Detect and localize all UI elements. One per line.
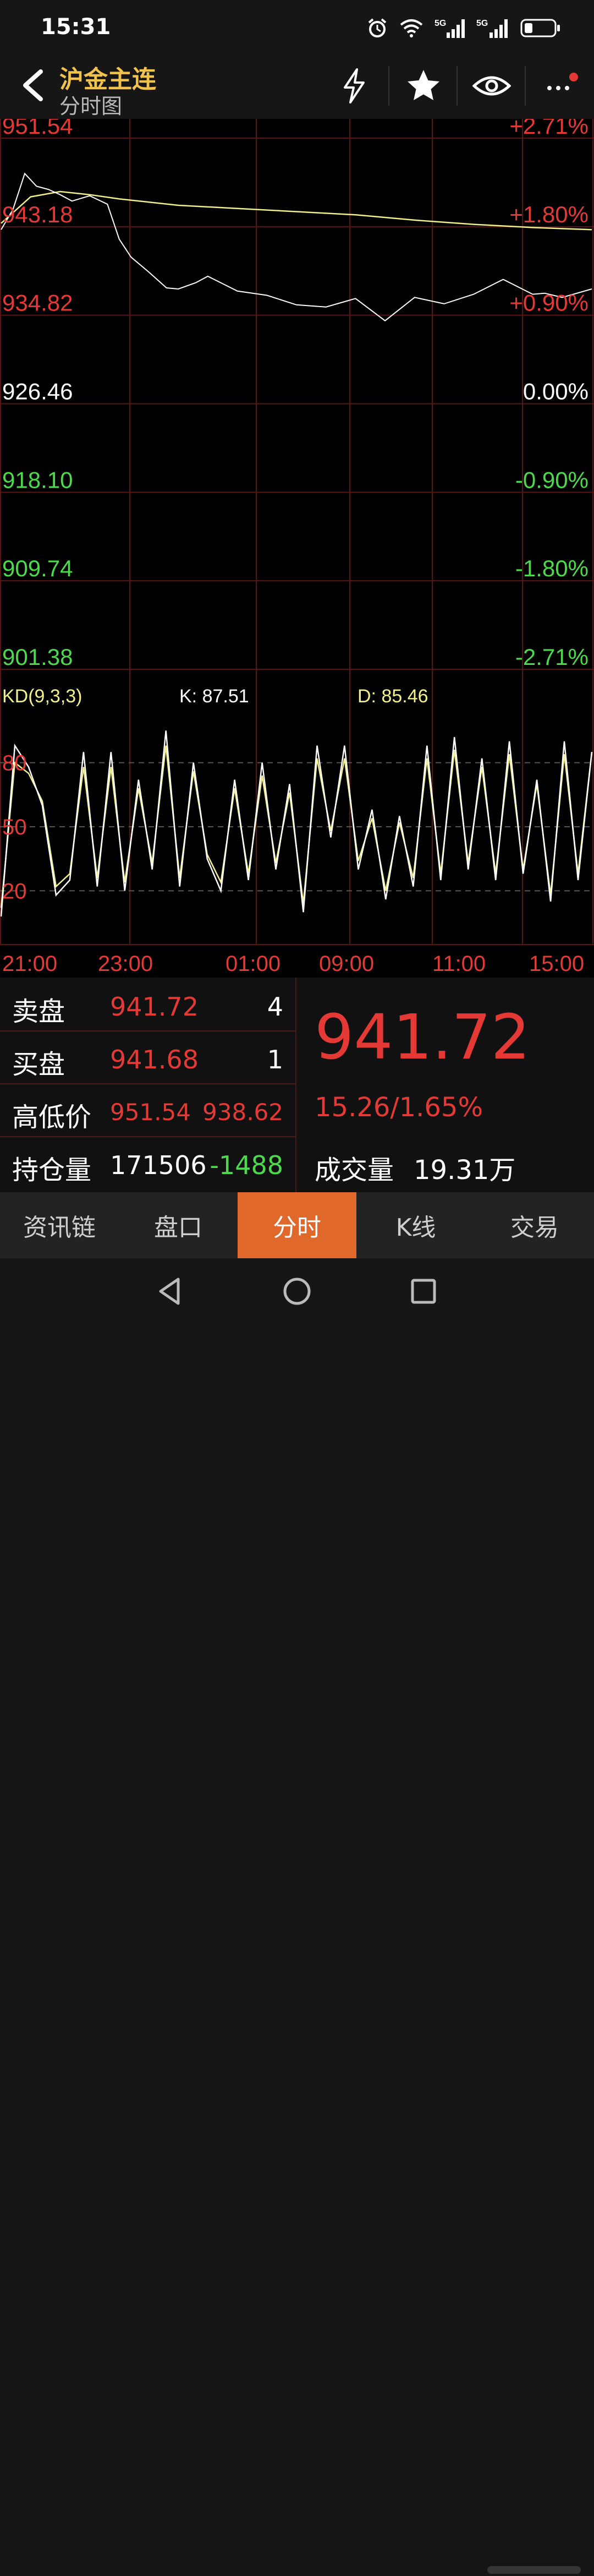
more-button[interactable] bbox=[540, 65, 582, 107]
favorite-button[interactable] bbox=[403, 65, 444, 107]
bid-price: 941.68 bbox=[110, 1045, 199, 1074]
pct-axis-label: -1.80% bbox=[515, 555, 588, 581]
pct-axis-label: -0.90% bbox=[515, 467, 588, 493]
last-price: 941.72 bbox=[315, 1002, 530, 1073]
alarm-icon bbox=[368, 18, 387, 37]
kd-level-label: 80 bbox=[2, 751, 27, 776]
high-low-label: 高低价 bbox=[12, 1102, 92, 1133]
eye-icon bbox=[472, 76, 511, 96]
nav-divider bbox=[388, 66, 389, 106]
price-axis-label: 918.10 bbox=[2, 467, 73, 493]
volume-label: 成交量 bbox=[315, 1155, 394, 1186]
quote-panel: 卖盘 941.72 4 买盘 941.68 1 高低价 951.54 938.6… bbox=[0, 978, 594, 1192]
price-axis-label: 909.74 bbox=[2, 555, 73, 581]
triangle-back-icon bbox=[159, 1278, 180, 1305]
average-price-line bbox=[1, 190, 592, 231]
net-label-2: 5G bbox=[476, 19, 488, 28]
open-interest: 171506 bbox=[110, 1150, 207, 1180]
ask-price: 941.72 bbox=[110, 992, 199, 1022]
price-axis-label: 926.46 bbox=[2, 379, 73, 405]
notification-dot bbox=[569, 73, 578, 81]
nav-divider bbox=[457, 66, 458, 106]
kd-level-label: 50 bbox=[2, 815, 27, 839]
status-time: 15:31 bbox=[41, 14, 111, 40]
open-interest-change: -1488 bbox=[210, 1150, 283, 1180]
price-change: 15.26/1.65% bbox=[315, 1092, 483, 1123]
price-line bbox=[1, 172, 592, 321]
ask-volume: 4 bbox=[267, 992, 283, 1022]
price-axis-label: 943.18 bbox=[2, 201, 73, 227]
time-axis-label: 15:00 bbox=[529, 952, 584, 976]
system-recents-button[interactable] bbox=[402, 1269, 446, 1313]
intraday-chart[interactable]: 951.54 +2.71% 943.18 +1.80% 934.82 +0.90% 926.… bbox=[0, 119, 594, 978]
kd-level-label: 20 bbox=[2, 879, 27, 903]
kd-k-line bbox=[0, 730, 593, 917]
bottom-tabs: 资讯链 盘口 分时 K线 交易 bbox=[0, 1192, 594, 1258]
signal-5g-icon-2: 5G bbox=[476, 19, 508, 38]
lightning-icon bbox=[344, 68, 365, 103]
price-axis-label: 951.54 bbox=[2, 119, 73, 139]
low-price: 938.62 bbox=[202, 1099, 283, 1126]
tab-trade[interactable]: 交易 bbox=[475, 1192, 594, 1258]
panel-divider bbox=[295, 978, 296, 1192]
chevron-left-icon bbox=[23, 69, 43, 101]
system-nav-bar bbox=[0, 1258, 594, 2574]
price-axis-label: 934.82 bbox=[2, 290, 73, 316]
pct-axis-label: 0.00% bbox=[523, 379, 588, 405]
tab-kline[interactable]: K线 bbox=[356, 1192, 475, 1258]
bid-label: 买盘 bbox=[12, 1049, 65, 1080]
back-button[interactable] bbox=[14, 66, 53, 105]
watermark-logo bbox=[487, 2566, 581, 2574]
pct-axis-label: +2.71% bbox=[509, 119, 588, 139]
wifi-icon bbox=[400, 19, 423, 37]
bid-volume: 1 bbox=[267, 1045, 283, 1074]
open-interest-label: 持仓量 bbox=[12, 1155, 92, 1186]
pct-axis-label: +0.90% bbox=[509, 290, 588, 316]
net-label-1: 5G bbox=[435, 19, 446, 28]
ask-label: 卖盘 bbox=[12, 996, 65, 1027]
star-icon bbox=[408, 70, 439, 100]
more-dots-icon bbox=[547, 73, 578, 90]
flash-button[interactable] bbox=[333, 65, 375, 107]
tab-intraday[interactable]: 分时 bbox=[238, 1192, 356, 1258]
system-home-button[interactable] bbox=[275, 1269, 319, 1313]
square-recents-icon bbox=[411, 1279, 436, 1304]
open-interest-row: 持仓量 171506 -1488 bbox=[0, 1136, 295, 1191]
time-axis-label: 23:00 bbox=[98, 952, 153, 976]
time-axis-label: 09:00 bbox=[319, 952, 374, 976]
nav-divider bbox=[525, 66, 526, 106]
pct-axis-label: +1.80% bbox=[509, 201, 588, 227]
high-low-row: 高低价 951.54 938.62 bbox=[0, 1083, 295, 1137]
watch-button[interactable] bbox=[471, 65, 513, 107]
system-back-button[interactable] bbox=[148, 1269, 193, 1313]
signal-5g-icon: 5G bbox=[435, 19, 465, 38]
nav-bar: 沪金主连 分时图 bbox=[0, 55, 594, 119]
circle-home-icon bbox=[283, 1278, 311, 1305]
page-subtitle: 分时图 bbox=[59, 94, 123, 118]
ask-row[interactable]: 卖盘 941.72 4 bbox=[0, 978, 295, 1032]
time-axis-label: 01:00 bbox=[226, 952, 280, 976]
kd-d-value: D: 85.46 bbox=[358, 686, 428, 707]
high-price: 951.54 bbox=[110, 1099, 191, 1126]
pct-axis-label: -2.71% bbox=[515, 644, 588, 670]
tab-news-chain[interactable]: 资讯链 bbox=[0, 1192, 119, 1258]
time-axis-label: 11:00 bbox=[432, 952, 486, 976]
status-bar: 15:31 5G 5G bbox=[0, 0, 594, 55]
battery-icon bbox=[520, 19, 560, 37]
tab-order-book[interactable]: 盘口 bbox=[119, 1192, 238, 1258]
kd-indicator-name: KD(9,3,3) bbox=[2, 686, 82, 707]
time-axis-label: 21:00 bbox=[2, 952, 57, 976]
price-axis-label: 901.38 bbox=[2, 644, 73, 670]
bid-row[interactable]: 买盘 941.68 1 bbox=[0, 1030, 295, 1084]
status-icons: 5G 5G bbox=[366, 14, 561, 42]
volume-value: 19.31万 bbox=[414, 1155, 516, 1186]
kd-k-value: K: 87.51 bbox=[179, 686, 249, 707]
